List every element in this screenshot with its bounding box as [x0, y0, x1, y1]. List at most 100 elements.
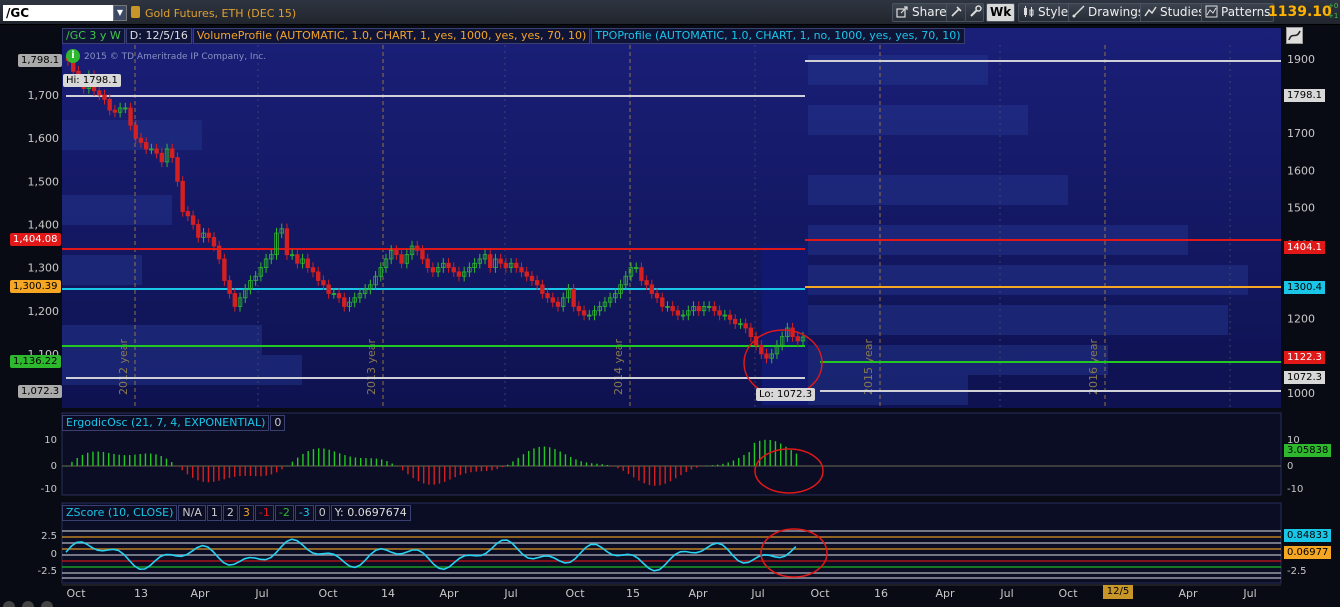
ergodic-bar	[780, 443, 782, 466]
candle-body	[196, 224, 201, 238]
ergodic-bar	[748, 452, 750, 466]
ergodic-bar	[564, 454, 567, 466]
candle-body	[529, 275, 535, 281]
ergodic-bar	[265, 466, 267, 476]
ergodic-bar	[333, 451, 336, 466]
patterns-button[interactable]: Patterns	[1201, 3, 1275, 22]
ergodic-bar	[255, 466, 257, 477]
candle-body	[581, 310, 587, 316]
candle-body	[456, 271, 462, 277]
zscore-left-tick: -2.5	[37, 566, 57, 577]
candle-body	[555, 301, 561, 307]
profile-block	[808, 345, 1108, 375]
candle-body	[316, 271, 321, 281]
studies-button[interactable]: Studies	[1140, 3, 1209, 22]
profile-block	[808, 305, 1228, 335]
drawings-button[interactable]: Drawings	[1068, 3, 1149, 22]
candle-body	[446, 262, 451, 269]
ergodic-bar	[795, 453, 798, 466]
candle-body	[670, 306, 675, 312]
ergodic-bar	[690, 466, 693, 470]
candle-body	[185, 211, 191, 217]
time-axis-label: 14	[381, 587, 395, 600]
ergodic-bar	[612, 466, 614, 467]
ergodic-bar	[727, 462, 729, 466]
ergodic-bar	[123, 455, 126, 466]
ergodic-bar	[717, 464, 719, 466]
zscore-right-tick: -2.5	[1287, 566, 1307, 577]
ergodic-bar	[113, 453, 115, 466]
period-tag[interactable]: /GC 3 y W	[62, 28, 125, 44]
left-label-green-level: 1,136.22	[10, 355, 61, 368]
ergodic-bar	[228, 466, 231, 478]
ergodic-left-tick: 0	[51, 461, 57, 472]
ergodic-bar	[633, 466, 635, 478]
ergodic-bar	[627, 466, 630, 475]
ergodic-right-tick: 0	[1287, 461, 1293, 472]
studies-icon	[1144, 6, 1157, 17]
candle-body	[748, 327, 754, 338]
candle-body	[97, 90, 102, 96]
right-tick-label: 1700	[1287, 127, 1315, 140]
wrench-button[interactable]	[965, 3, 984, 22]
profile-block	[62, 325, 262, 355]
candle-body	[519, 267, 524, 273]
chart-area[interactable]: 2012 year 2013 year 2014 year 2015 year 2016…	[0, 25, 1340, 607]
ergodic-title[interactable]: ErgodicOsc (21, 7, 4, EXPONENTIAL)	[62, 415, 270, 431]
ergodic-bar	[139, 454, 141, 466]
chart-settings-button[interactable]	[1286, 27, 1303, 44]
profile-gap	[762, 245, 808, 405]
zscore-y-value: Y: 0.0697674	[330, 505, 411, 521]
profile-block	[808, 265, 1248, 295]
chart-settings-icon	[1288, 30, 1301, 41]
symbol-input[interactable]: /GC	[3, 5, 115, 21]
ergodic-bar	[711, 465, 714, 466]
candle-body	[764, 353, 769, 359]
left-label-cyan-level: 1,300.39	[10, 280, 61, 293]
right-label-red-level: 1404.1	[1284, 241, 1325, 254]
share-button[interactable]: Share	[892, 3, 951, 22]
candle-body	[336, 293, 342, 299]
ergodic-bar	[438, 466, 441, 484]
ergodic-bar	[171, 462, 173, 466]
ergodic-bar	[428, 466, 430, 485]
ergodic-bar	[270, 466, 273, 475]
ergodic-bar	[386, 461, 388, 466]
time-axis-label: Apr	[439, 587, 459, 600]
ergodic-bar	[234, 466, 236, 477]
time-axis-label: 13	[134, 587, 148, 600]
candle-body	[488, 254, 493, 268]
ergodic-bar	[543, 446, 546, 466]
zscore-label-bottom: 0.06977	[1284, 546, 1332, 559]
high-label: Hi: 1798.1	[63, 74, 121, 87]
info-icon[interactable]: i	[66, 49, 80, 63]
zscore-tag-zero: 0	[314, 505, 330, 521]
time-axis-label: Oct	[565, 587, 585, 600]
style-button[interactable]: Style	[1018, 3, 1073, 22]
tpo-profile-tag[interactable]: TPOProfile (AUTOMATIC, 1.0, CHART, 1, no…	[591, 28, 965, 44]
ergodic-bar	[323, 448, 325, 466]
ergodic-bar	[648, 466, 651, 486]
volume-profile-tag[interactable]: VolumeProfile (AUTOMATIC, 1.0, CHART, 1,…	[192, 28, 591, 44]
left-tick-label: 1,600	[28, 132, 60, 145]
ergodic-bar	[281, 466, 283, 470]
scroll-left-button[interactable]	[3, 601, 15, 607]
ergodic-bar	[759, 440, 761, 466]
ergodic-bar	[344, 455, 346, 466]
symbol-dropdown-button[interactable]: ▼	[113, 5, 127, 21]
tools-button[interactable]	[946, 3, 966, 22]
right-tick-label: 1500	[1287, 201, 1315, 214]
profile-block	[62, 255, 142, 285]
zscore-tag-2: 2	[222, 505, 238, 521]
candle-body	[216, 245, 222, 260]
zoom-in-button[interactable]	[41, 601, 53, 607]
ergodic-bar	[307, 451, 309, 466]
ergodic-bar	[685, 466, 687, 473]
timeframe-button[interactable]: Wk	[986, 3, 1016, 22]
left-tick-label: 1,300	[28, 262, 60, 275]
zoom-out-button[interactable]	[22, 601, 34, 607]
candle-body	[102, 94, 107, 100]
profile-block	[808, 175, 1068, 205]
ergodic-bar	[517, 457, 519, 466]
zscore-title[interactable]: ZScore (10, CLOSE)	[62, 505, 178, 521]
